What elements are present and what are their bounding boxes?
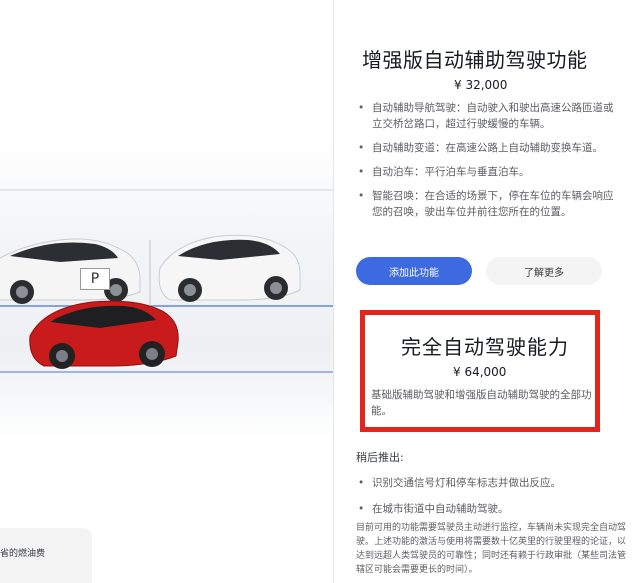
fsd-price: ¥ 64,000: [453, 365, 507, 379]
coming-later-item: 在城市街道中自动辅助驾驶。: [356, 501, 618, 517]
savings-card-text: 省的燃油费: [0, 549, 46, 559]
illustration-panel: P 省的燃油费: [0, 0, 333, 583]
feature-item: 智能召唤：在合适的场景下，停在车位的车辆会响应您的召唤，驶出车位并前往您所在的位…: [356, 188, 618, 220]
fsd-title: 完全自动驾驶能力: [401, 335, 569, 359]
fsd-description: 基础版辅助驾驶和增强版自动辅助驾驶的全部功能。: [371, 389, 592, 417]
coming-later-item: 识别交通信号灯和停车标志并做出反应。: [356, 475, 618, 491]
fsd-highlight-box: 完全自动驾驶能力 ¥ 64,000 基础版辅助驾驶和增强版自动辅助驾驶的全部功能…: [360, 310, 600, 432]
feature-item: 自动泊车：平行泊车与垂直泊车。: [356, 164, 618, 180]
options-panel: 增强版自动辅助驾驶功能 ¥ 32,000 自动辅助导航驾驶：自动驶入和驶出高速公…: [334, 0, 640, 583]
disclaimer-note: 目前可用的功能需要驾驶员主动进行监控，车辆尚未实现完全自动驾驶。上述功能的激活与…: [356, 523, 627, 575]
parking-sign-letter: P: [90, 271, 100, 287]
feature-item: 自动辅助变道：在高速公路上自动辅助变换车道。: [356, 140, 618, 156]
parking-illustration: [0, 189, 333, 373]
red-car: [29, 300, 179, 369]
enhanced-autopilot-title: 增强版自动辅助驾驶功能: [362, 48, 588, 72]
coming-later-list: 识别交通信号灯和停车标志并做出反应。 在城市街道中自动辅助驾驶。: [356, 475, 618, 527]
add-feature-button[interactable]: 添加此功能: [356, 257, 472, 285]
white-car-right: [158, 234, 301, 302]
enhanced-autopilot-price: ¥ 32,000: [454, 78, 508, 92]
coming-later-heading: 稍后推出:: [356, 451, 404, 464]
enhanced-autopilot-features: 自动辅助导航驾驶：自动驶入和驶出高速公路匝道或立交桥岔路口，超过行驶缓慢的车辆。…: [356, 100, 618, 228]
feature-item: 自动辅助导航驾驶：自动驶入和驶出高速公路匝道或立交桥岔路口，超过行驶缓慢的车辆。: [356, 100, 618, 132]
savings-card: 省的燃油费: [0, 528, 92, 583]
white-car-left: [0, 238, 141, 304]
learn-more-button[interactable]: 了解更多: [486, 257, 602, 285]
parking-sign: P: [80, 268, 110, 290]
